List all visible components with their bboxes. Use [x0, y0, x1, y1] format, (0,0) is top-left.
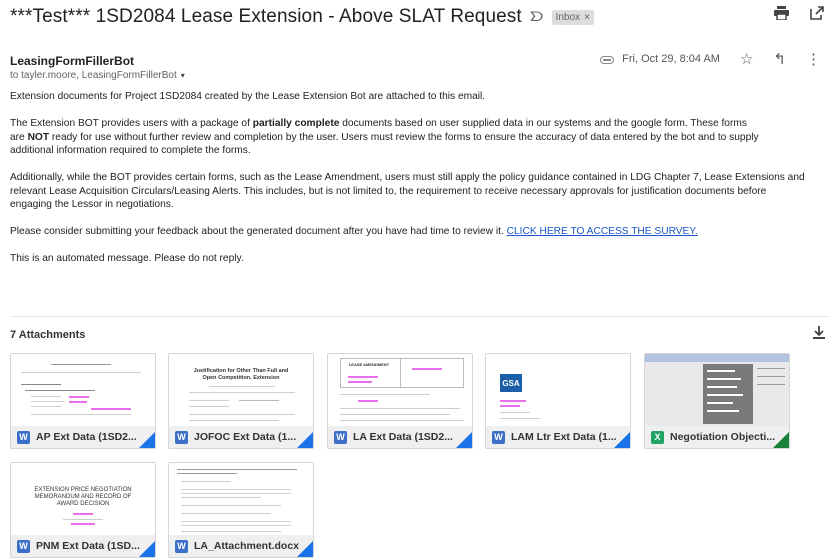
attachment-card-ap[interactable]: W AP Ext Data (1SD2...	[10, 353, 156, 449]
attachment-name: LA Ext Data (1SD2...	[353, 431, 453, 443]
importance-marker-icon[interactable]: ᗤ	[529, 9, 543, 25]
file-corner-icon	[297, 432, 313, 448]
file-corner-icon	[297, 541, 313, 557]
attachment-footer: W LA Ext Data (1SD2...	[328, 426, 472, 448]
attachment-footer: W LA_Attachment.docx	[169, 535, 313, 557]
attachment-card-negotiation[interactable]: X Negotiation Objecti...	[644, 353, 790, 449]
attachment-card-pnm[interactable]: EXTENSION PRICE NEGOTIATION MEMORANDUM A…	[10, 462, 156, 558]
attachment-thumbnail	[169, 463, 313, 535]
attachments-divider	[10, 316, 829, 317]
email-body: Extension documents for Project 1SD2084 …	[10, 90, 832, 279]
thumbnail-title: LEASE AMENDMENT	[348, 362, 390, 367]
attachments-title: 7 Attachments	[10, 329, 86, 341]
word-file-icon: W	[334, 430, 347, 444]
excel-file-icon: X	[651, 430, 664, 444]
body-paragraph-4: Please consider submitting your feedback…	[10, 225, 832, 239]
attachment-footer: W JOFOC Ext Data (1...	[169, 426, 313, 448]
attachment-name: JOFOC Ext Data (1...	[194, 431, 297, 443]
body-paragraph-2: The Extension BOT provides users with a …	[10, 117, 832, 158]
sender-name[interactable]: LeasingFormFillerBot	[10, 54, 134, 68]
attachment-thumbnail	[645, 354, 789, 426]
thumbnail-title: Justification for Other Than Full and Op…	[193, 368, 289, 381]
body-bold-text: partially complete	[252, 118, 340, 129]
attachment-card-la[interactable]: LEASE AMENDMENT W LA Ext Data (1SD2...	[327, 353, 473, 449]
attachment-name: LA_Attachment.docx	[194, 540, 300, 552]
word-file-icon: W	[175, 539, 188, 553]
download-all-icon[interactable]	[813, 326, 825, 342]
attachment-thumbnail: Justification for Other Than Full and Op…	[169, 354, 313, 426]
attachment-icon	[600, 52, 615, 67]
chevron-down-icon[interactable]: ▾	[181, 71, 185, 80]
file-corner-icon	[139, 432, 155, 448]
attachment-name: AP Ext Data (1SD2...	[36, 431, 137, 443]
body-paragraph-5: This is an automated message. Please do …	[10, 253, 244, 264]
body-paragraph-3: Additionally, while the BOT provides cer…	[10, 172, 805, 210]
recipients-row[interactable]: to tayler.moore, LeasingFormFillerBot ▾	[10, 70, 185, 81]
attachment-card-lam[interactable]: GSA W LAM Ltr Ext Data (1...	[485, 353, 631, 449]
file-corner-icon	[614, 432, 630, 448]
header-actions	[773, 6, 825, 24]
email-subject: ***Test*** 1SD2084 Lease Extension - Abo…	[10, 6, 522, 27]
subject-row: ***Test*** 1SD2084 Lease Extension - Abo…	[10, 4, 833, 30]
word-file-icon: W	[17, 539, 30, 553]
remove-label-icon[interactable]: ×	[584, 12, 590, 23]
file-corner-icon	[773, 432, 789, 448]
open-in-new-window-icon[interactable]	[809, 6, 825, 24]
attachment-footer: W LAM Ltr Ext Data (1...	[486, 426, 630, 448]
body-text-segment: The Extension BOT provides users with a …	[10, 118, 253, 129]
survey-link[interactable]: CLICK HERE TO ACCESS THE SURVEY.	[507, 226, 698, 237]
file-corner-icon	[139, 541, 155, 557]
attachment-thumbnail	[11, 354, 155, 426]
attachment-thumbnail: LEASE AMENDMENT	[328, 354, 472, 426]
attachment-thumbnail: GSA	[486, 354, 630, 426]
print-icon[interactable]	[773, 6, 789, 24]
word-file-icon: W	[17, 430, 30, 444]
word-file-icon: W	[175, 430, 188, 444]
recipients-text: to tayler.moore, LeasingFormFillerBot	[10, 70, 177, 81]
attachment-card-jofoc[interactable]: Justification for Other Than Full and Op…	[168, 353, 314, 449]
thumbnail-title: EXTENSION PRICE NEGOTIATION MEMORANDUM A…	[34, 487, 132, 507]
spreadsheet-header	[645, 354, 789, 362]
attachment-name: Negotiation Objecti...	[670, 431, 776, 443]
reply-icon[interactable]: ↰	[773, 50, 786, 68]
attachment-name: PNM Ext Data (1SD...	[36, 540, 140, 552]
more-icon[interactable]: ⋮	[806, 50, 821, 68]
attachment-name: LAM Ltr Ext Data (1...	[511, 431, 617, 443]
message-meta: Fri, Oct 29, 8:04 AM ☆ ↰ ⋮	[600, 50, 821, 68]
attachment-footer: W AP Ext Data (1SD2...	[11, 426, 155, 448]
body-text-segment: Please consider submitting your feedback…	[10, 226, 507, 237]
body-paragraph-1: Extension documents for Project 1SD2084 …	[10, 91, 486, 102]
attachment-footer: X Negotiation Objecti...	[645, 426, 789, 448]
body-bold-text: NOT	[27, 131, 50, 143]
message-date: Fri, Oct 29, 8:04 AM	[622, 53, 720, 65]
inbox-label-text: Inbox	[555, 11, 581, 23]
attachment-footer: W PNM Ext Data (1SD...	[11, 535, 155, 557]
file-corner-icon	[456, 432, 472, 448]
inbox-label[interactable]: Inbox ×	[551, 9, 594, 25]
body-text-segment: ready for use without further review and…	[10, 131, 759, 157]
attachment-thumbnail: EXTENSION PRICE NEGOTIATION MEMORANDUM A…	[11, 463, 155, 535]
gsa-logo: GSA	[500, 374, 522, 392]
word-file-icon: W	[492, 430, 505, 444]
attachment-card-la-attachment[interactable]: W LA_Attachment.docx	[168, 462, 314, 558]
star-icon[interactable]: ☆	[740, 50, 753, 68]
